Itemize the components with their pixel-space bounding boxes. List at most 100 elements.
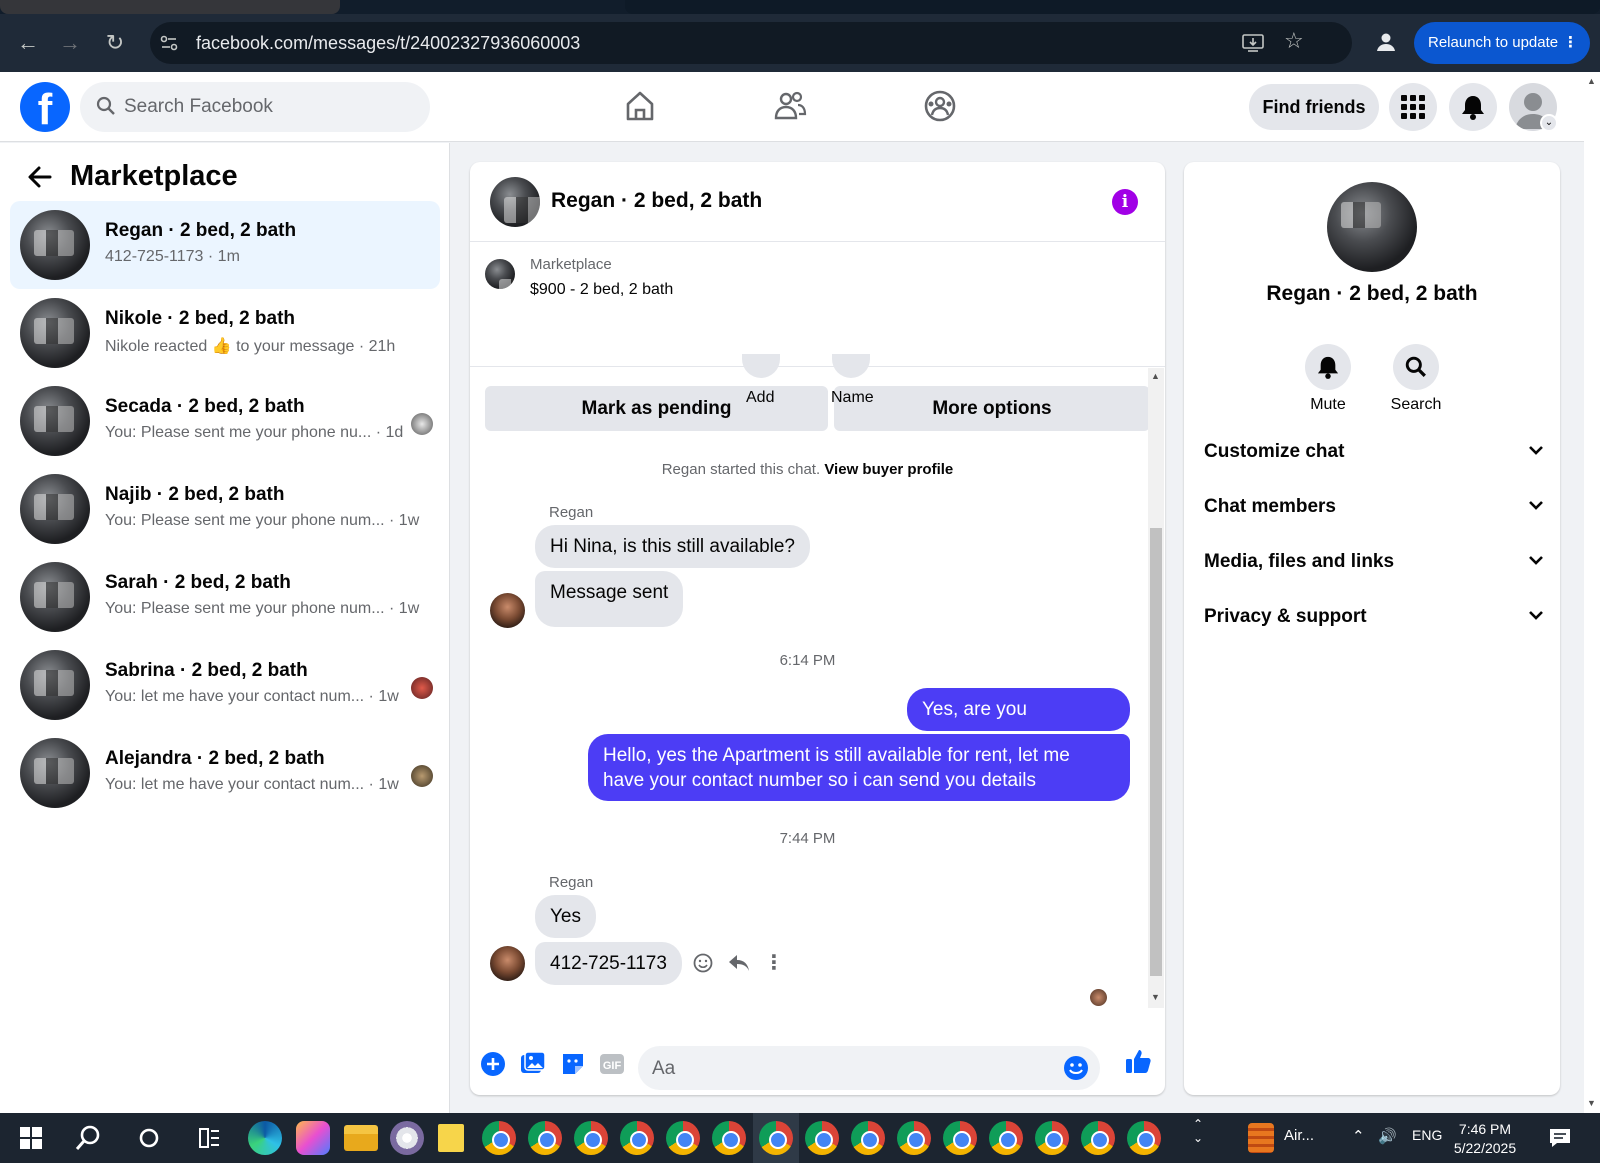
conversation-item[interactable]: Najib · 2 bed, 2 bath You: Please sent m… <box>10 465 440 553</box>
weather-text[interactable]: Air... <box>1284 1127 1314 1144</box>
windows-start-icon[interactable] <box>14 1121 48 1155</box>
conversation-item[interactable]: Nikole · 2 bed, 2 bath Nikole reacted 👍 … <box>10 289 440 377</box>
profile-icon[interactable] <box>1374 30 1398 54</box>
chrome-app-icon[interactable] <box>897 1121 931 1155</box>
contact-avatar[interactable] <box>1327 182 1417 272</box>
chrome-app-icon[interactable] <box>620 1121 654 1155</box>
my-message-bubble[interactable]: Hello, yes the Apartment is still availa… <box>588 734 1130 801</box>
search-facebook-input[interactable]: Search Facebook <box>80 82 430 132</box>
scrollbar[interactable]: ▲ ▼ <box>1148 368 1164 1008</box>
conversation-item[interactable]: Alejandra · 2 bed, 2 bath You: let me ha… <box>10 729 440 817</box>
chrome-app-icon[interactable] <box>759 1121 793 1155</box>
photo-icon[interactable] <box>520 1051 546 1077</box>
gif-icon[interactable]: GIF <box>599 1051 625 1077</box>
install-app-icon[interactable] <box>1242 33 1264 53</box>
message-bubble[interactable]: Message sent <box>535 571 684 627</box>
search-in-chat-button[interactable] <box>1393 344 1439 390</box>
scroll-down-icon[interactable]: ▼ <box>1587 1098 1596 1108</box>
kebab-menu-icon[interactable]: ⋮ <box>1563 22 1578 64</box>
bookmark-star-icon[interactable]: ☆ <box>1284 28 1304 54</box>
privacy-support-section[interactable]: Privacy & support <box>1204 597 1544 637</box>
conversation-item[interactable]: Secada · 2 bed, 2 bath You: Please sent … <box>10 377 440 465</box>
file-explorer-icon[interactable] <box>344 1125 378 1151</box>
chrome-app-icon[interactable] <box>851 1121 885 1155</box>
chat-avatar[interactable] <box>490 177 540 227</box>
paint-icon[interactable] <box>390 1121 424 1155</box>
edge-browser-icon[interactable] <box>248 1121 282 1155</box>
media-files-links-section[interactable]: Media, files and links <box>1204 542 1544 582</box>
scroll-down-icon[interactable]: ▼ <box>1151 992 1160 1002</box>
reload-icon[interactable]: ↻ <box>102 30 128 56</box>
weather-icon[interactable] <box>1248 1123 1274 1153</box>
mute-button[interactable] <box>1305 344 1351 390</box>
chat-members-section[interactable]: Chat members <box>1204 487 1544 527</box>
address-bar[interactable]: facebook.com/messages/t/2400232793606000… <box>150 22 1352 64</box>
edit-name-icon[interactable] <box>832 354 870 378</box>
friends-icon[interactable] <box>772 88 808 124</box>
home-icon[interactable] <box>622 88 658 124</box>
notifications-button[interactable] <box>1449 83 1497 131</box>
emoji-icon[interactable] <box>1063 1055 1089 1081</box>
chrome-app-icon[interactable] <box>574 1121 608 1155</box>
add-plus-icon[interactable] <box>480 1051 506 1077</box>
message-bubble[interactable]: Yes <box>535 895 596 938</box>
menu-button[interactable] <box>1389 83 1437 131</box>
sender-avatar[interactable] <box>490 946 525 981</box>
react-emoji-icon[interactable] <box>693 953 713 973</box>
listing-title[interactable]: $900 - 2 bed, 2 bath <box>530 281 673 299</box>
browser-tab[interactable] <box>0 0 340 14</box>
chrome-app-icon[interactable] <box>712 1121 746 1155</box>
reply-icon[interactable] <box>728 954 750 972</box>
language-indicator[interactable]: ENG <box>1412 1127 1442 1143</box>
chrome-app-icon[interactable] <box>1127 1121 1161 1155</box>
chrome-app-icon[interactable] <box>482 1121 516 1155</box>
back-icon[interactable]: ← <box>15 30 41 56</box>
widgets-icon[interactable] <box>192 1121 226 1155</box>
tray-expand-icon[interactable]: ⌃ <box>1352 1127 1365 1145</box>
chrome-app-icon[interactable] <box>1035 1121 1069 1155</box>
taskbar-scroll-icon[interactable]: ⌃ ⌄ <box>1193 1117 1203 1145</box>
chrome-app-icon[interactable] <box>943 1121 977 1155</box>
chrome-app-icon[interactable] <box>666 1121 700 1155</box>
chrome-app-icon[interactable] <box>528 1121 562 1155</box>
more-actions-icon[interactable]: ⋮ <box>764 950 784 975</box>
copilot-icon[interactable] <box>296 1121 330 1155</box>
browser-tab[interactable] <box>625 0 1600 14</box>
message-input[interactable]: Aa <box>638 1046 1100 1090</box>
facebook-logo[interactable]: f <box>20 82 70 132</box>
chevron-down-icon[interactable]: ⌄ <box>1540 114 1558 132</box>
scroll-up-icon[interactable]: ▲ <box>1587 76 1596 86</box>
search-icon[interactable] <box>72 1121 106 1155</box>
view-buyer-profile-link[interactable]: View buyer profile <box>824 461 953 478</box>
listing-thumbnail[interactable] <box>485 259 515 289</box>
volume-icon[interactable]: 🔊 <box>1378 1127 1397 1145</box>
like-thumb-icon[interactable] <box>1124 1047 1152 1075</box>
notification-center-icon[interactable] <box>1548 1126 1572 1150</box>
find-friends-button[interactable]: Find friends <box>1249 84 1379 130</box>
sticky-notes-icon[interactable] <box>438 1124 464 1152</box>
chrome-app-icon[interactable] <box>989 1121 1023 1155</box>
customize-chat-section[interactable]: Customize chat <box>1204 432 1544 472</box>
sticker-icon[interactable] <box>560 1051 586 1077</box>
message-bubble[interactable]: Hi Nina, is this still available? <box>535 525 810 568</box>
groups-icon[interactable] <box>922 88 958 124</box>
add-icon[interactable] <box>742 354 780 378</box>
my-message-bubble[interactable]: Yes, are you interested? <box>907 688 1130 763</box>
chrome-app-icon[interactable] <box>805 1121 839 1155</box>
chrome-app-icon[interactable] <box>1081 1121 1115 1155</box>
task-view-icon[interactable] <box>132 1121 166 1155</box>
page-scrollbar[interactable]: ▲ ▼ <box>1584 72 1600 1113</box>
scroll-up-icon[interactable]: ▲ <box>1151 371 1160 381</box>
conversation-item[interactable]: Sabrina · 2 bed, 2 bath You: let me have… <box>10 641 440 729</box>
conversation-item[interactable]: Sarah · 2 bed, 2 bath You: Please sent m… <box>10 553 440 641</box>
site-info-icon[interactable] <box>160 34 178 52</box>
conversation-item[interactable]: Regan · 2 bed, 2 bath 412-725-1173 · 1m <box>10 201 440 289</box>
message-bubble[interactable]: 412-725-1173 <box>535 942 682 985</box>
forward-icon[interactable]: → <box>57 30 83 56</box>
info-icon[interactable]: i <box>1112 189 1138 215</box>
relaunch-button[interactable]: Relaunch to update ⋮ <box>1414 22 1590 64</box>
back-arrow-icon[interactable] <box>26 163 54 191</box>
scrollbar-thumb[interactable] <box>1150 528 1162 976</box>
clock[interactable]: 7:46 PM 5/22/2025 <box>1440 1120 1530 1158</box>
sender-avatar[interactable] <box>490 593 525 628</box>
